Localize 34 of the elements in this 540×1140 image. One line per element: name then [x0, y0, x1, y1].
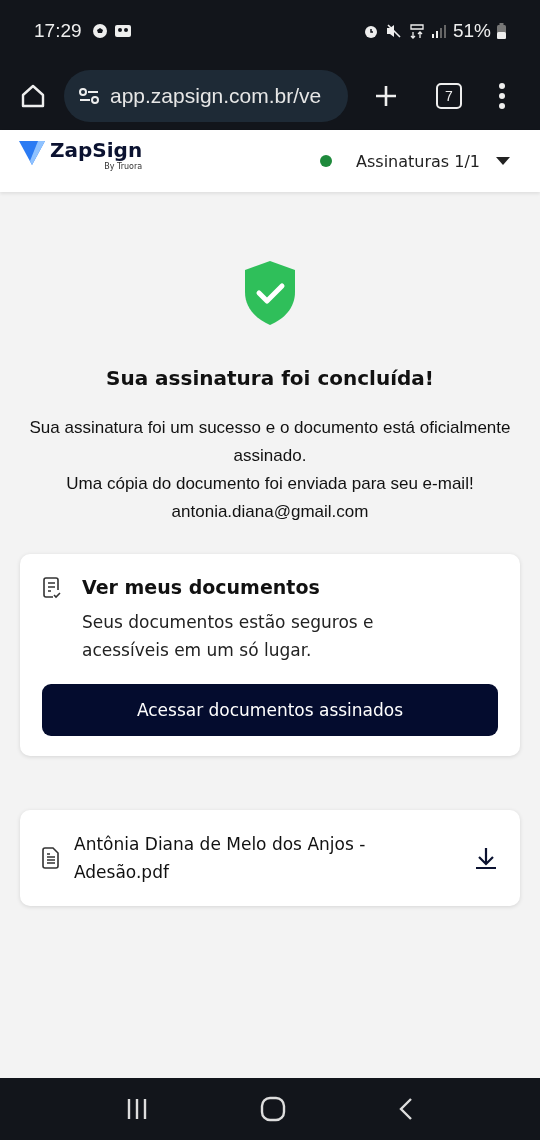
status-dot	[320, 155, 332, 167]
card-title: Ver meus documentos	[82, 576, 321, 598]
caret-icon[interactable]	[496, 157, 510, 165]
mute-icon	[384, 23, 403, 39]
success-message: Uma cópia do documento foi enviada para seu e-mail! antonia.diana@gmail.com	[65, 473, 475, 523]
status-time: 17:29	[34, 20, 82, 42]
battery-percent: 51%	[452, 20, 491, 42]
address-bar[interactable]: app.zapsign.com.br/ve	[64, 70, 348, 122]
recent-apps-icon[interactable]	[126, 1098, 148, 1120]
access-documents-button[interactable]: Acessar documentos assinados	[42, 684, 498, 736]
new-tab-icon[interactable]	[374, 84, 398, 108]
success-title: Sua assinatura foi concluída!	[106, 366, 434, 390]
logo-icon	[18, 138, 46, 166]
back-icon[interactable]	[398, 1097, 414, 1121]
alarm-icon	[362, 23, 379, 39]
signatures-dropdown[interactable]: Assinaturas 1/1	[356, 151, 480, 171]
signal-icon	[430, 24, 447, 38]
home-icon[interactable]	[20, 83, 46, 109]
home-button-icon[interactable]	[260, 1096, 286, 1122]
document-check-icon	[42, 576, 62, 600]
battery-icon	[497, 23, 506, 39]
file-name: Antônia Diana de Melo dos Anjos - Adesão.pdf	[74, 833, 367, 884]
card-description: Seus documentos estão seguros e acessíveis em um só lugar.	[82, 611, 375, 662]
document-icon	[42, 847, 60, 869]
download-icon[interactable]	[474, 846, 498, 870]
network-icon	[408, 23, 425, 39]
brand-name: ZapSign	[50, 138, 143, 162]
brand-tagline: By Truora	[104, 162, 143, 171]
site-settings-icon[interactable]	[78, 87, 100, 105]
shield-check-icon	[244, 260, 296, 326]
more-icon[interactable]	[498, 83, 506, 109]
success-message: Sua assinatura foi um sucesso e o documento está oficialmente assinado.	[28, 417, 512, 467]
tab-count-button[interactable]: 7	[436, 83, 462, 109]
voicemail-icon	[113, 24, 132, 38]
